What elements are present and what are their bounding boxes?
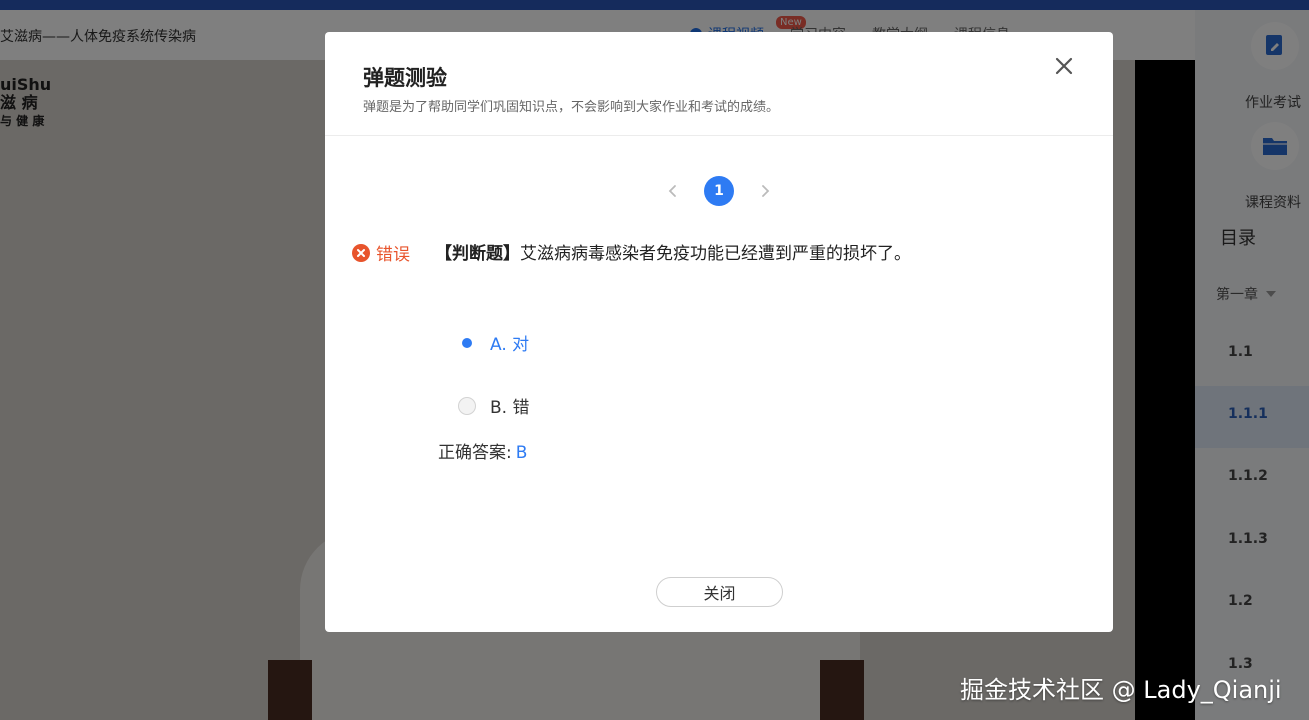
page-number[interactable]: 1 [704, 176, 734, 206]
correct-answer: 正确答案: B [438, 438, 527, 463]
radio-selected-icon [458, 334, 476, 352]
quiz-modal: 弹题测验 弹题是为了帮助同学们巩固知识点，不会影响到大家作业和考试的成绩。 1 … [325, 32, 1113, 632]
error-icon [352, 243, 370, 262]
watermark: 掘金技术社区 @ Lady_Qianji [960, 676, 1282, 704]
close-button[interactable]: 关闭 [656, 577, 783, 607]
option-label: B. 错 [490, 398, 530, 418]
option-b[interactable]: B. 错 [458, 393, 529, 418]
question-text: 【判断题】艾滋病病毒感染者免疫功能已经遭到严重的损坏了。 [435, 239, 911, 264]
close-icon[interactable] [1052, 54, 1076, 78]
modal-header: 弹题测验 弹题是为了帮助同学们巩固知识点，不会影响到大家作业和考试的成绩。 [325, 32, 1113, 136]
question-type: 【判断题】 [435, 244, 520, 264]
option-a[interactable]: A. 对 [458, 330, 529, 355]
modal-subtitle: 弹题是为了帮助同学们巩固知识点，不会影响到大家作业和考试的成绩。 [363, 100, 780, 115]
answer-label: 正确答案: [438, 443, 512, 463]
chevron-left-icon[interactable] [663, 181, 683, 201]
status-text: 错误 [376, 245, 410, 265]
answer-value: B [515, 443, 528, 463]
radio-empty-icon [458, 396, 476, 415]
modal-title: 弹题测验 [363, 66, 447, 90]
question-body: 艾滋病病毒感染者免疫功能已经遭到严重的损坏了。 [520, 244, 911, 264]
question-pager: 1 [325, 175, 1113, 207]
option-label: A. 对 [490, 335, 530, 355]
chevron-right-icon[interactable] [755, 181, 775, 201]
answer-status: 错误 [352, 240, 410, 265]
